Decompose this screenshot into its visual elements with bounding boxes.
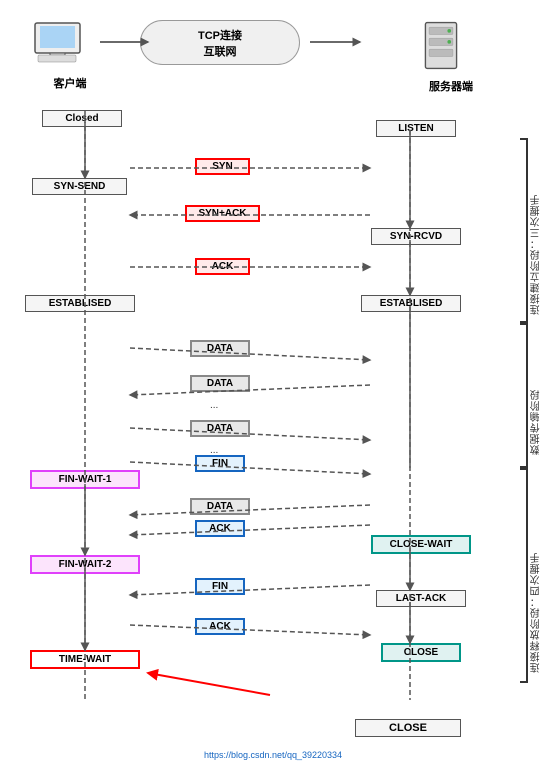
ack-msg: ACK (195, 258, 250, 275)
ack2-msg: ACK (195, 520, 245, 537)
data-label: 数据传输阶段 (529, 335, 544, 455)
data1-msg: DATA (190, 340, 250, 357)
dots1: ... (210, 400, 218, 411)
syn-send-state: SYN-SEND (32, 178, 127, 195)
cloud-shape: TCP连接 互联网 (140, 20, 300, 65)
fin-wait-2-state: FIN-WAIT-2 (30, 555, 140, 574)
url-label: https://blog.csdn.net/qq_39220334 (204, 750, 342, 760)
close-button[interactable]: CLOSE (355, 719, 461, 737)
fin-msg: FIN (195, 455, 245, 472)
data5-msg: DATA (190, 498, 250, 515)
last-ack-state: LAST-ACK (376, 590, 466, 607)
server-label: 服务器端 (411, 78, 491, 94)
close-server-state: CLOSE (381, 643, 461, 662)
client-label: 客户端 (30, 75, 110, 91)
teardown-bracket (520, 468, 528, 683)
data3-msg: DATA (190, 420, 250, 437)
listen-state: LISTEN (376, 120, 456, 137)
syn-ack-msg: SYN+ACK (185, 205, 260, 222)
fin-wait-1-state: FIN-WAIT-1 (30, 470, 140, 489)
data-bracket (520, 323, 528, 468)
closed-client-state: Closed (42, 110, 122, 127)
established-client-state: ESTABLISED (25, 295, 135, 312)
tcp-label: TCP连接 (198, 27, 242, 43)
client-icon (30, 18, 90, 68)
syn-msg: SYN (195, 158, 250, 175)
ack3-msg: ACK (195, 618, 245, 635)
internet-label: 互联网 (204, 43, 237, 59)
data2-msg: DATA (190, 375, 250, 392)
handshake-bracket (520, 138, 528, 323)
handshake-label: 连接建立阶段：三次握手 (529, 145, 544, 315)
close-wait-state: CLOSE-WAIT (371, 535, 471, 554)
established-server-state: ESTABLISED (361, 295, 461, 312)
fin2-msg: FIN (195, 578, 245, 595)
server-icon (416, 18, 466, 73)
time-wait-state: TIME-WAIT (30, 650, 140, 669)
tcp-diagram: TCP连接 互联网 客户端 服务器端 Closed SYN-SEND ESTAB… (0, 0, 546, 768)
syn-rcvd-state: SYN-RCVD (371, 228, 461, 245)
teardown-label: 连接释放阶段：四次握手 (529, 478, 544, 673)
